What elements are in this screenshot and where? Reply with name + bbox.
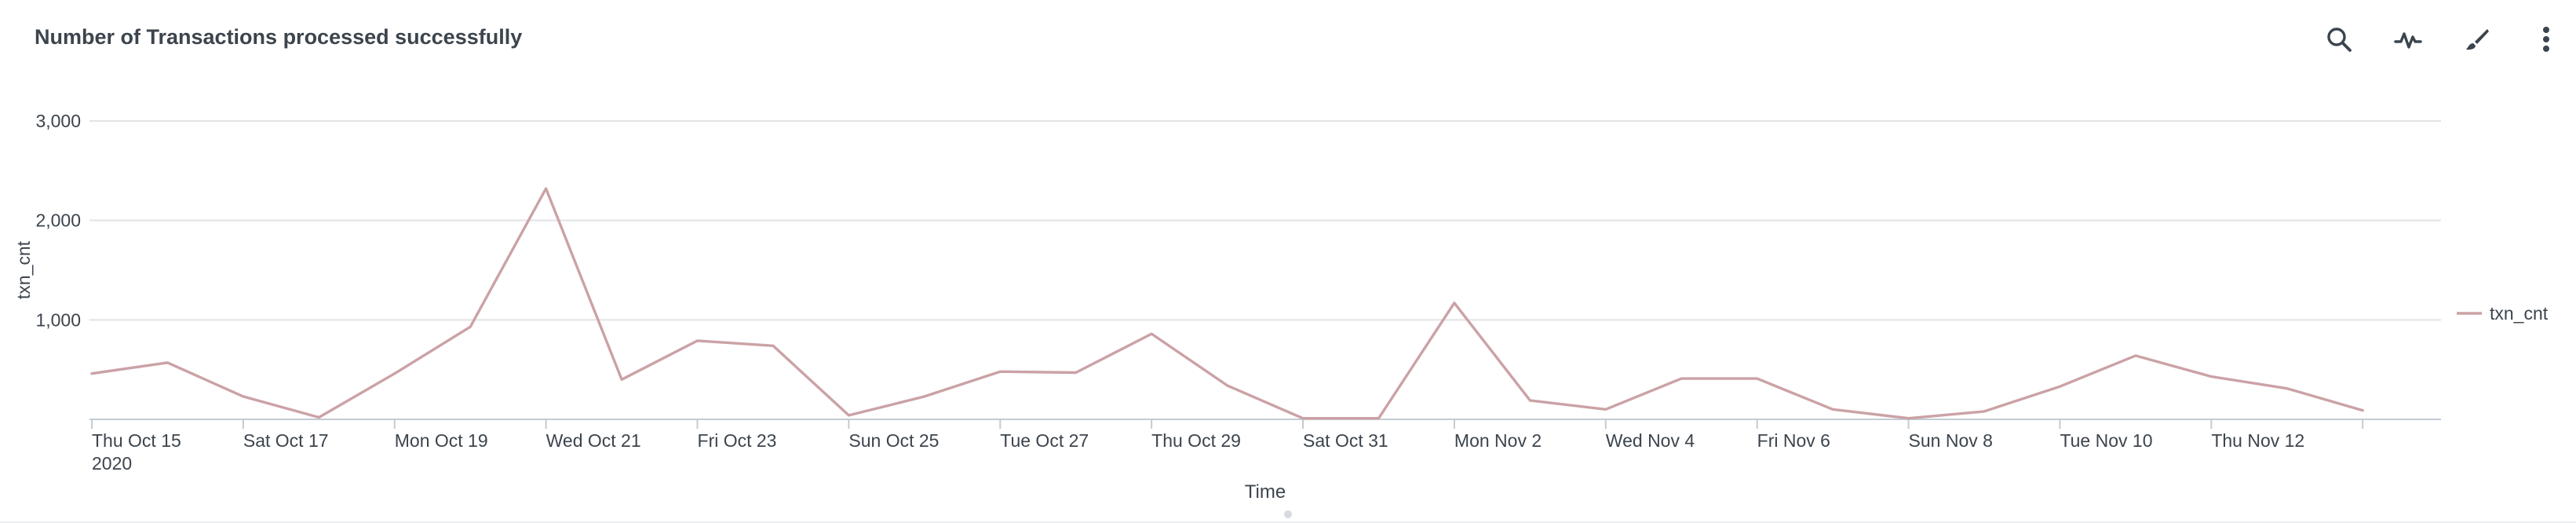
- resize-handle[interactable]: [1284, 510, 1292, 518]
- chart-panel: Number of Transactions processed success…: [0, 0, 2576, 523]
- legend-label: txn_cnt: [2490, 303, 2549, 324]
- x-tick-label: Fri Nov 6: [1757, 430, 1830, 451]
- x-tick-label: Wed Nov 4: [1606, 430, 1695, 451]
- x-tick-label: Thu Oct 15: [92, 430, 181, 451]
- series-line-txn_cnt: [90, 187, 2364, 420]
- x-tick-label: Sun Oct 25: [848, 430, 939, 451]
- y-axis-title: txn_cnt: [13, 240, 34, 299]
- x-tick-label: Mon Oct 19: [395, 430, 488, 451]
- y-tick-label: 1,000: [35, 309, 81, 330]
- x-axis-title: Time: [1245, 481, 1286, 503]
- x-tick-label: Sat Oct 17: [243, 430, 329, 451]
- x-tick-label: Tue Nov 10: [2060, 430, 2152, 451]
- x-tick-label: Thu Nov 12: [2211, 430, 2304, 451]
- x-tick-label: Wed Oct 21: [546, 430, 641, 451]
- x-tick-label: Fri Oct 23: [698, 430, 777, 451]
- x-tick-label: Mon Nov 2: [1454, 430, 1542, 451]
- line-chart: 1,000 2,000 3,000 Thu Oct 15 Sat Oct 17 Mon O…: [13, 111, 2549, 503]
- x-tick-label: Sat Oct 31: [1303, 430, 1388, 451]
- y-tick-label: 2,000: [35, 210, 81, 231]
- x-tick-label: Thu Oct 29: [1151, 430, 1241, 451]
- x-tick-label: Sun Nov 8: [1909, 430, 1993, 451]
- y-tick-label: 3,000: [35, 111, 81, 131]
- x-tick-label: Tue Oct 27: [1000, 430, 1089, 451]
- x-year-label: 2020: [92, 453, 132, 474]
